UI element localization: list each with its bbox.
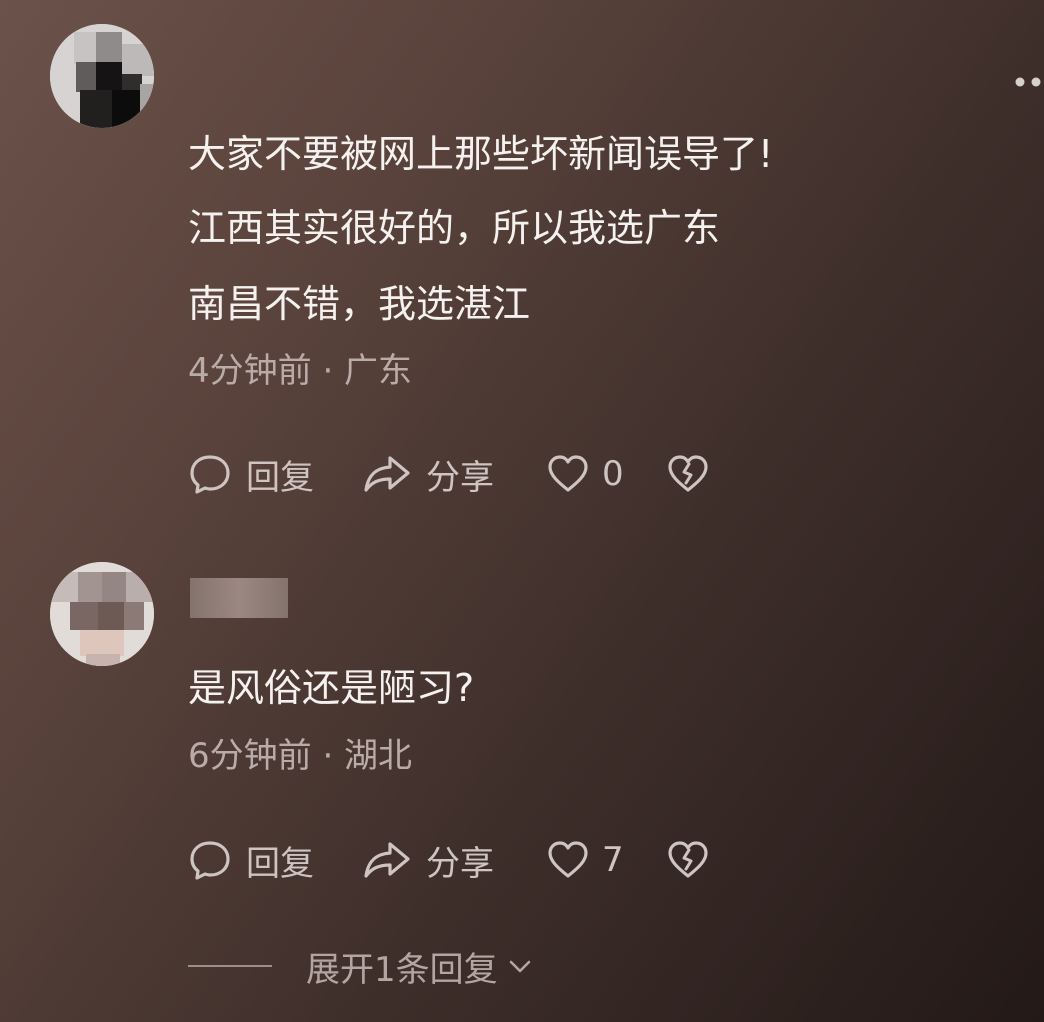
heart-icon — [548, 841, 588, 878]
share-arrow-icon — [364, 842, 410, 878]
like-button[interactable]: 7 — [546, 838, 624, 882]
expand-replies-button[interactable]: 展开1条回复 — [188, 944, 534, 990]
avatar[interactable] — [50, 562, 154, 666]
share-button[interactable]: 分享 — [362, 838, 494, 884]
broken-heart-icon — [668, 841, 708, 878]
like-count: 7 — [602, 840, 624, 880]
comment-meta: 6分钟前 · 湖北 — [188, 736, 413, 776]
reply-label: 回复 — [246, 843, 314, 884]
chevron-down-icon — [509, 960, 530, 973]
speech-bubble-icon — [190, 841, 230, 880]
comment-item: 是风俗还是陋习? 6分钟前 · 湖北 回复 分享 7 展开1条回复 — [0, 0, 1044, 1022]
dislike-button[interactable] — [666, 838, 710, 882]
reply-button[interactable]: 回复 — [188, 838, 314, 884]
comment-text-line: 是风俗还是陋习? — [188, 666, 475, 710]
share-label: 分享 — [426, 843, 494, 884]
username-blurred[interactable] — [190, 578, 288, 618]
divider-line — [188, 965, 272, 967]
comment-actions: 回复 分享 7 — [188, 838, 788, 884]
expand-replies-label: 展开1条回复 — [306, 949, 498, 990]
